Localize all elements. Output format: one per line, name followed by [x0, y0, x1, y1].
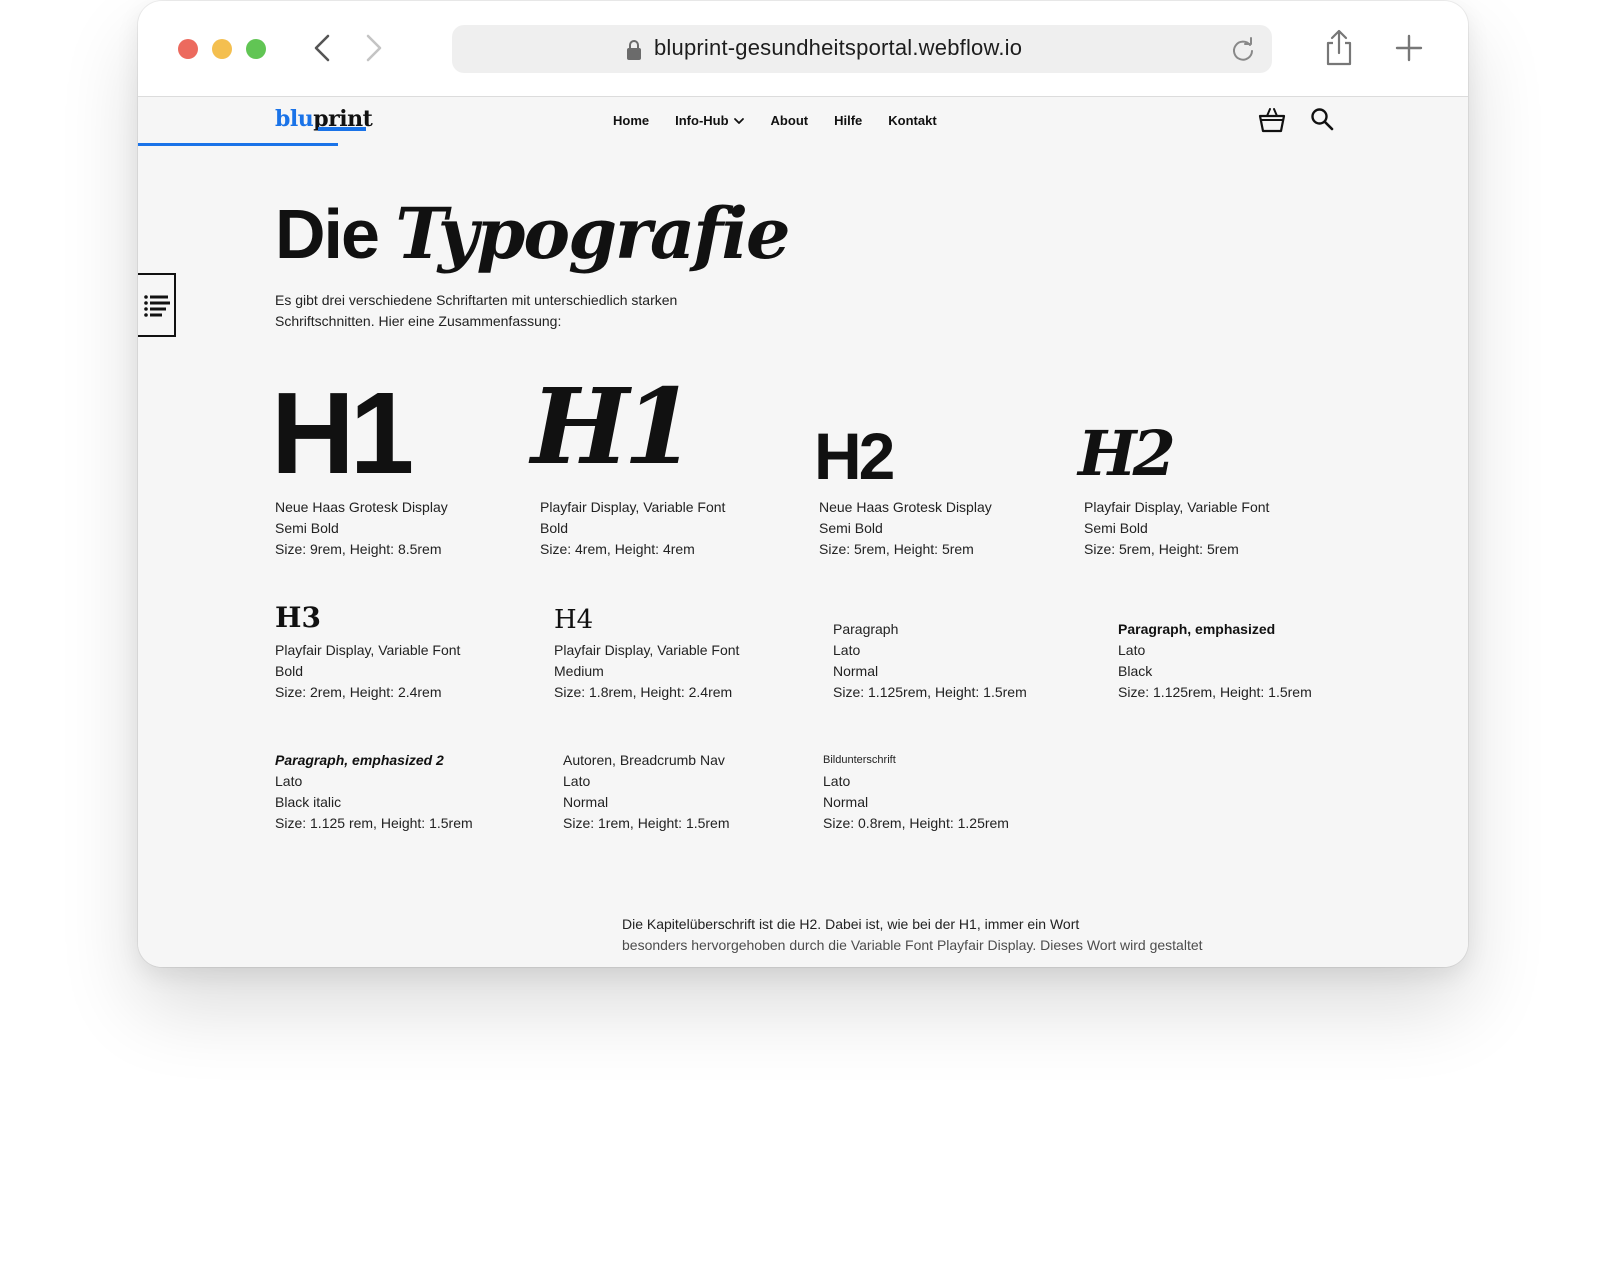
- specimen-font: Lato: [833, 642, 861, 658]
- nav-link-about[interactable]: About: [771, 113, 809, 128]
- specimen-paragraph: Paragraph Lato Normal Size: 1.125rem, He…: [833, 619, 1027, 703]
- specimen-size: Size: 1rem, Height: 1.5rem: [563, 815, 730, 831]
- specimen-autoren-breadcrumb: Autoren, Breadcrumb Nav Lato Normal Size…: [563, 750, 730, 834]
- specimen-font: Lato: [1118, 642, 1146, 658]
- nav-link-hilfe[interactable]: Hilfe: [834, 113, 862, 128]
- nav-link-info-hub[interactable]: Info-Hub: [675, 113, 744, 128]
- specimen-title: Paragraph, emphasized: [1118, 621, 1276, 637]
- specimen-title: Bildunterschrift: [823, 754, 896, 766]
- h2-serif-sample: H2: [1078, 417, 1176, 490]
- specimen-size: Size: 9rem, Height: 8.5rem: [275, 541, 442, 557]
- specimen-font: Lato: [563, 773, 591, 789]
- specimen-size: Size: 1.125rem, Height: 1.5rem: [833, 684, 1027, 700]
- specimen-font: Playfair Display, Variable Font: [275, 642, 461, 658]
- specimen-weight: Black italic: [275, 794, 342, 810]
- specimen-paragraph-emphasized-2: Paragraph, emphasized 2 Lato Black itali…: [275, 750, 473, 834]
- chevron-down-icon: [733, 117, 744, 124]
- body-paragraph-line-2: besonders hervorgehoben durch die Variab…: [622, 937, 1203, 953]
- table-of-contents-button[interactable]: [138, 273, 176, 337]
- specimen-h1-sans: Neue Haas Grotesk Display Semi Bold Size…: [275, 497, 448, 560]
- page-title: Die Typografie: [275, 192, 791, 275]
- specimen-h2-sans: Neue Haas Grotesk Display Semi Bold Size…: [819, 497, 992, 560]
- specimen-font: Lato: [275, 773, 303, 789]
- specimen-weight: Normal: [563, 794, 609, 810]
- specimen-size: Size: 4rem, Height: 4rem: [540, 541, 695, 557]
- specimen-size: Size: 5rem, Height: 5rem: [1084, 541, 1239, 557]
- browser-toolbar: bluprint-gesundheitsportal.webflow.io: [138, 1, 1468, 97]
- lock-icon: [627, 40, 641, 60]
- close-window-button[interactable]: [178, 39, 198, 59]
- specimen-weight: Semi Bold: [819, 520, 883, 536]
- specimen-title: Paragraph, emphasized 2: [275, 752, 444, 768]
- logo-blu-text: blu: [275, 106, 314, 132]
- specimen-weight: Medium: [554, 663, 604, 679]
- nav-link-info-hub-label: Info-Hub: [675, 113, 729, 128]
- specimen-font: Neue Haas Grotesk Display: [275, 499, 448, 515]
- specimen-title: Paragraph: [833, 621, 899, 637]
- body-paragraph-line-1: Die Kapitelüberschrift ist die H2. Dabei…: [622, 916, 1080, 932]
- specimen-weight: Black: [1118, 663, 1153, 679]
- intro-paragraph: Es gibt drei verschiedene Schriftarten m…: [275, 292, 678, 329]
- h4-sample: H4: [554, 605, 594, 635]
- specimen-weight: Normal: [823, 794, 869, 810]
- web-page: bluprint Home Info-Hub About Hilfe Konta…: [138, 97, 1468, 967]
- specimen-size: Size: 2rem, Height: 2.4rem: [275, 684, 442, 700]
- specimen-weight: Semi Bold: [1084, 520, 1148, 536]
- specimen-bildunterschrift: Bildunterschrift Lato Normal Size: 0.8re…: [823, 750, 1009, 834]
- back-arrow-icon[interactable]: [306, 31, 340, 65]
- page-title-plain: Die: [275, 195, 380, 273]
- nav-links: Home Info-Hub About Hilfe Kontakt: [613, 113, 937, 128]
- specimen-size: Size: 0.8rem, Height: 1.25rem: [823, 815, 1009, 831]
- zoom-window-button[interactable]: [246, 39, 266, 59]
- specimen-weight: Bold: [275, 663, 304, 679]
- specimen-h3: Playfair Display, Variable Font Bold Siz…: [275, 640, 460, 703]
- specimen-weight: Normal: [833, 663, 879, 679]
- browser-window: bluprint-gesundheitsportal.webflow.io bl…: [138, 1, 1468, 967]
- reading-progress-bar: [138, 143, 338, 146]
- forward-arrow-icon[interactable]: [356, 31, 390, 65]
- nav-link-home[interactable]: Home: [613, 113, 649, 128]
- specimen-size: Size: 1.125 rem, Height: 1.5rem: [275, 815, 473, 831]
- basket-icon[interactable]: [1258, 107, 1286, 133]
- specimen-font: Playfair Display, Variable Font: [1084, 499, 1270, 515]
- address-bar[interactable]: bluprint-gesundheitsportal.webflow.io: [452, 25, 1272, 73]
- specimen-h1-serif: Playfair Display, Variable Font Bold Siz…: [540, 497, 725, 560]
- h3-sample: H3: [275, 601, 321, 634]
- h1-sans-sample: H1: [271, 368, 414, 498]
- specimen-size: Size: 1.8rem, Height: 2.4rem: [554, 684, 733, 700]
- specimen-size: Size: 1.125rem, Height: 1.5rem: [1118, 684, 1312, 700]
- specimen-paragraph-emphasized: Paragraph, emphasized Lato Black Size: 1…: [1118, 619, 1312, 703]
- specimen-weight: Semi Bold: [275, 520, 339, 536]
- minimize-window-button[interactable]: [212, 39, 232, 59]
- specimen-font: Playfair Display, Variable Font: [540, 499, 726, 515]
- specimen-font: Playfair Display, Variable Font: [554, 642, 740, 658]
- specimen-h4: Playfair Display, Variable Font Medium S…: [554, 640, 739, 703]
- url-text: bluprint-gesundheitsportal.webflow.io: [654, 35, 1023, 60]
- specimen-weight: Bold: [540, 520, 569, 536]
- page-title-italic: Typografie: [395, 192, 790, 275]
- logo-underline: [318, 127, 366, 131]
- search-icon[interactable]: [1310, 107, 1334, 131]
- h1-serif-sample: H1: [531, 365, 696, 488]
- specimen-font: Lato: [823, 773, 851, 789]
- specimen-title: Autoren, Breadcrumb Nav: [563, 752, 725, 768]
- specimen-h2-serif: Playfair Display, Variable Font Semi Bol…: [1084, 497, 1269, 560]
- h2-sans-sample: H2: [814, 419, 895, 493]
- specimen-size: Size: 5rem, Height: 5rem: [819, 541, 974, 557]
- nav-link-kontakt[interactable]: Kontakt: [888, 113, 936, 128]
- share-icon[interactable]: [1324, 29, 1354, 67]
- specimen-font: Neue Haas Grotesk Display: [819, 499, 992, 515]
- reload-icon[interactable]: [1230, 36, 1256, 62]
- new-tab-plus-icon[interactable]: [1394, 33, 1424, 63]
- site-navbar: bluprint Home Info-Hub About Hilfe Konta…: [138, 97, 1468, 147]
- list-icon: [144, 295, 170, 317]
